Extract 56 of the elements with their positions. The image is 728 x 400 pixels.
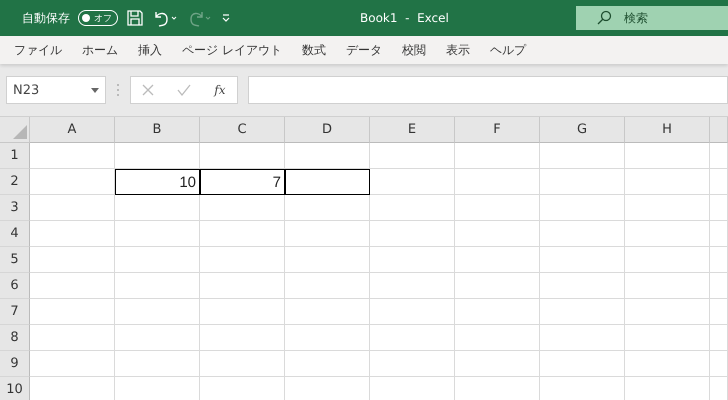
column-header[interactable]: D [285, 117, 370, 143]
insert-function-button[interactable]: fx [214, 83, 226, 97]
column-header[interactable]: H [625, 117, 710, 143]
ribbon-tab[interactable]: 校閲 [402, 42, 426, 58]
row-header[interactable]: 6 [0, 273, 30, 299]
table-cell [710, 273, 728, 299]
formula-input[interactable] [248, 76, 728, 104]
customize-icon[interactable] [220, 12, 232, 24]
search-bar[interactable]: 検索 [576, 6, 728, 30]
row-header[interactable]: 5 [0, 247, 30, 273]
ribbon-tab[interactable]: ヘルプ [490, 42, 526, 58]
search-icon [596, 10, 612, 26]
table-cell [710, 169, 728, 195]
column-header[interactable] [710, 117, 728, 143]
ribbon-tab[interactable]: 挿入 [138, 42, 162, 58]
ribbon-tab[interactable]: 数式 [302, 42, 326, 58]
name-box[interactable]: N23 [6, 76, 106, 104]
table-cell [710, 351, 728, 377]
autosave-label: 自動保存 [22, 10, 70, 26]
enter-icon[interactable] [177, 84, 192, 96]
window-title: Book1 - Excel [360, 11, 450, 25]
ribbon-tab[interactable]: データ [346, 42, 382, 58]
triangle-icon [13, 125, 27, 139]
table-cell: 7 [200, 169, 285, 195]
save-icon[interactable] [126, 9, 144, 27]
column-header[interactable]: G [540, 117, 625, 143]
ribbon-tab[interactable]: ファイル [14, 42, 62, 58]
column-header[interactable]: F [455, 117, 540, 143]
row-header[interactable]: 1 [0, 143, 30, 169]
search-field[interactable]: 検索 [622, 10, 706, 26]
row-header[interactable]: 8 [0, 325, 30, 351]
table-cell: 10 [115, 169, 200, 195]
ribbon-tab[interactable]: ページ レイアウト [182, 42, 282, 58]
row-header[interactable]: 2 [0, 169, 30, 195]
column-header[interactable]: B [115, 117, 200, 143]
cancel-icon[interactable] [142, 84, 154, 96]
column-header[interactable]: E [370, 117, 455, 143]
table-cell [710, 299, 728, 325]
grip-icon [116, 83, 120, 97]
row-header[interactable]: 10 [0, 377, 30, 400]
table-cell [710, 143, 728, 169]
table-cell [710, 247, 728, 273]
table-cell [710, 221, 728, 247]
select-all-corner[interactable] [0, 117, 30, 143]
row-header[interactable]: 3 [0, 195, 30, 221]
table-cell [710, 195, 728, 221]
row-header[interactable]: 9 [0, 351, 30, 377]
row-header[interactable]: 7 [0, 299, 30, 325]
dropdown-icon [91, 88, 99, 92]
table-cell [710, 325, 728, 351]
column-header[interactable]: A [30, 117, 115, 143]
autosave-toggle[interactable]: オフ [78, 10, 118, 26]
ribbon-tab[interactable]: 表示 [446, 42, 470, 58]
row-header[interactable]: 4 [0, 221, 30, 247]
ribbon-tab[interactable]: ホーム [82, 42, 118, 58]
column-header[interactable]: C [200, 117, 285, 143]
